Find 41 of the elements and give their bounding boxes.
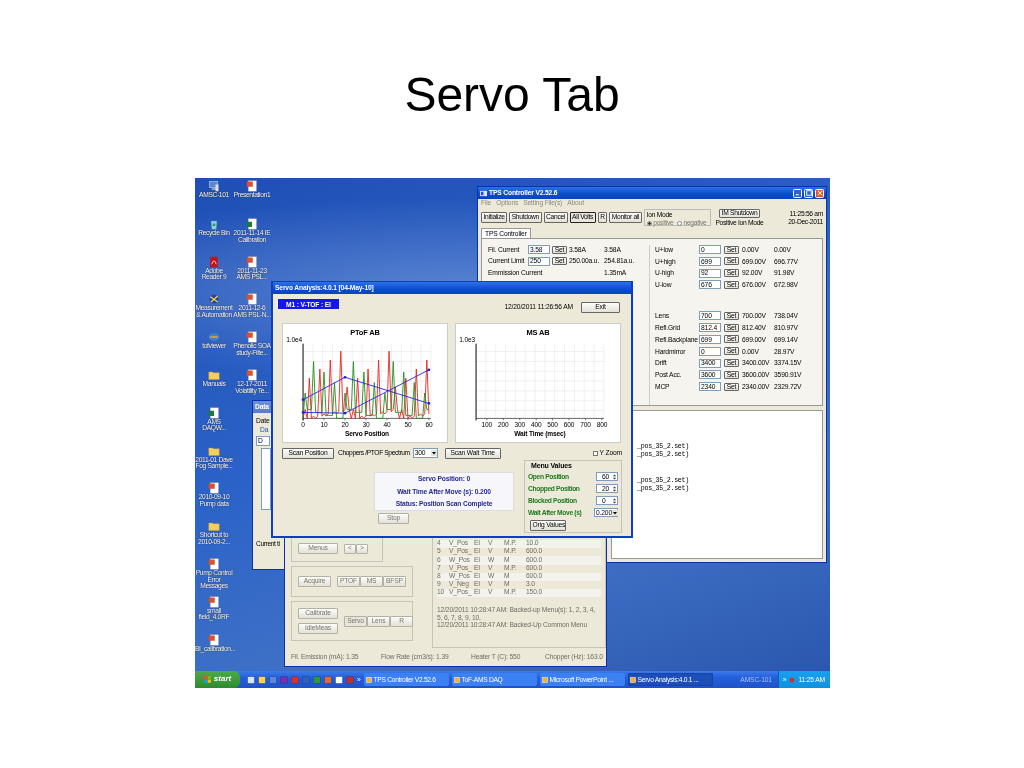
start-button[interactable]: start xyxy=(195,671,240,688)
recycle-icon[interactable] xyxy=(208,217,220,230)
ppt-icon[interactable] xyxy=(246,255,258,268)
spin-arrows-icon xyxy=(612,496,617,505)
ppt-icon[interactable] xyxy=(208,633,220,646)
ppt-icon[interactable] xyxy=(246,369,258,381)
caret-icon xyxy=(612,509,618,516)
radio-button[interactable] xyxy=(677,220,683,226)
ppt-icon[interactable] xyxy=(208,557,220,570)
app-icon xyxy=(480,189,487,197)
excel-icon[interactable] xyxy=(246,217,258,230)
radio-button[interactable] xyxy=(646,220,652,226)
folder-icon[interactable] xyxy=(208,444,220,457)
window-icon xyxy=(629,676,636,683)
maximize-button[interactable] xyxy=(804,188,813,198)
caret-icon xyxy=(430,450,437,456)
spin-arrows-icon xyxy=(612,472,617,481)
computer-icon[interactable] xyxy=(208,180,220,192)
window-icon xyxy=(541,676,548,683)
ppt-icon[interactable] xyxy=(246,293,258,306)
folder-icon[interactable] xyxy=(208,369,220,381)
spin-arrows-icon xyxy=(612,484,617,493)
maximize-icon xyxy=(805,190,812,196)
flag-icon xyxy=(203,676,211,683)
minimize-button[interactable] xyxy=(793,188,802,198)
window-icon xyxy=(453,676,460,683)
checkbox[interactable] xyxy=(592,450,598,456)
close-button[interactable] xyxy=(815,188,824,198)
ppt-icon[interactable] xyxy=(208,595,220,608)
app-icon[interactable] xyxy=(208,331,220,344)
close-icon xyxy=(816,190,823,196)
ppt-icon[interactable] xyxy=(208,482,220,495)
ppt-icon[interactable] xyxy=(246,331,258,344)
globe-icon[interactable] xyxy=(208,293,220,306)
excel-icon[interactable] xyxy=(208,406,220,419)
folder-icon[interactable] xyxy=(208,520,220,533)
slide-title: Servo Tab xyxy=(404,66,620,122)
window-icon xyxy=(365,676,372,683)
pdf-icon[interactable] xyxy=(208,255,220,268)
ppt-icon[interactable] xyxy=(246,180,258,192)
list-box[interactable] xyxy=(261,447,271,510)
